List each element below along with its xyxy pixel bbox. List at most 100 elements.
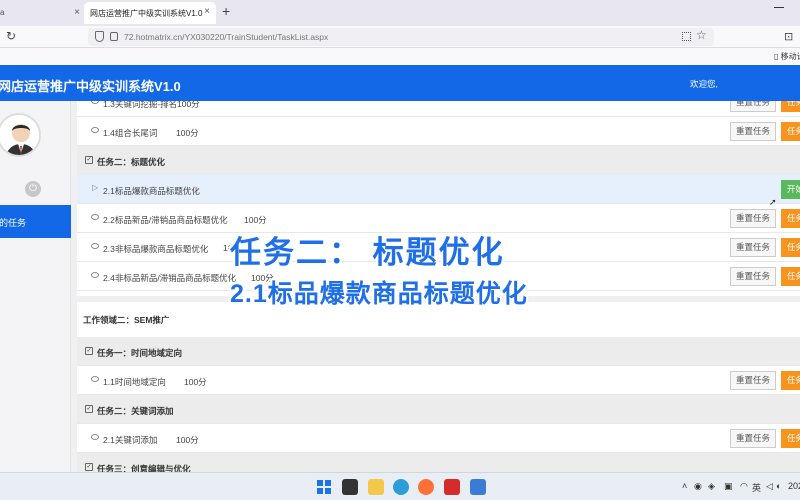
windows-taskbar: ˄ ◉ ◈ ▣ ◠ 英 ◁ ◐ 202 [0,472,800,500]
overlay-caption-title: 任务二： 标题优化 [230,235,505,270]
tray-chevron-icon[interactable]: ˄ [682,481,687,491]
wifi-icon[interactable]: ◠ [740,481,748,492]
task-group-icon: ✓ [85,347,93,355]
windows-start-icon[interactable] [316,479,332,495]
task-group-title: 任务二：关键词添加 [97,406,174,416]
task-card-domain2: 工作领域二：SEM推广 ✓ 任务一：时间地域定向 1.1时间地域定向 100分 重置任务… [77,302,800,472]
task-score: 100分 [176,435,199,445]
reload-icon[interactable]: ↻ [6,29,16,43]
reset-task-button[interactable]: 重置任务 [730,122,776,141]
sidebar-item-my-tasks[interactable]: 我的任务 [0,205,71,238]
new-tab-icon[interactable]: + [222,3,230,19]
task-button[interactable]: 任务 [781,371,800,390]
url-text[interactable]: 72.hotmatrix.cn/YX030220/TrainStudent/Ta… [124,32,328,42]
task-score: 100分 [184,377,207,387]
bookmark-star-icon[interactable]: ☆ [696,28,707,42]
task-name: 2.1标品爆款商品标题优化 [103,186,200,196]
task-group-header: ✓ 任务二：关键词添加 [77,395,800,424]
task-button[interactable]: 任务 [781,267,800,286]
close-icon[interactable]: × [74,7,80,18]
task-name: 2.2标品新品/滞销品商品标题优化 [103,215,228,225]
task-button[interactable]: 任务 [781,101,800,112]
shield-icon[interactable] [95,31,104,42]
play-icon: ▷ [92,183,99,192]
task-button[interactable]: 任务 [781,122,800,141]
eye-icon [91,127,99,133]
task-name: 2.3非标品爆款商品标题优化 [103,244,209,254]
start-task-button[interactable]: 开始 [781,180,800,199]
overlay-caption-subtitle: 2.1标品爆款商品标题优化 [230,280,528,308]
ime-indicator[interactable]: 英 [752,481,761,494]
task-name: 1.3关键词挖掘-排名 [103,101,178,109]
task-score: 100分 [177,101,200,109]
power-icon[interactable]: ⏻ [25,181,41,197]
reset-task-button[interactable]: 重置任务 [730,238,776,257]
eye-icon [91,376,99,382]
task-view-icon[interactable] [342,479,358,495]
task-row[interactable]: ▷ 2.1标品爆款商品标题优化 开始 [77,175,800,204]
task-name: 1.1时间地域定向 [103,377,166,387]
reset-task-button[interactable]: 重置任务 [730,267,776,286]
reset-task-button[interactable]: 重置任务 [730,101,776,112]
file-explorer-icon[interactable] [368,479,384,495]
task-button[interactable]: 任务 [781,209,800,228]
close-icon[interactable]: × [204,6,210,17]
tray-app-icon[interactable]: ◉ [694,481,702,492]
eye-icon [91,272,99,278]
reset-task-button[interactable]: 重置任务 [730,429,776,448]
task-name: 2.1关键词添加 [103,435,158,445]
task-row[interactable]: 1.4组合长尾词 100分 重置任务 任务 [77,117,800,146]
address-bar[interactable]: 72.hotmatrix.cn/YX030220/TrainStudent/Ta… [88,28,714,46]
task-group-icon: ✓ [85,463,93,471]
task-name: 1.4组合长尾词 [103,128,158,138]
app-icon[interactable] [470,479,486,495]
sidebar-item-label: 我的任务 [0,218,27,228]
edge-browser-icon[interactable] [393,479,409,495]
task-group-header: ✓ 任务一：时间地域定向 [77,337,800,366]
lock-icon[interactable] [110,32,118,41]
sidebar: ⏻ 我的任务 [0,101,71,472]
browser-tab-previous[interactable]: a × [0,3,82,23]
bookmarks-bar: ▯ 移动设 [0,48,800,65]
tab-title: 网店运营推广中级实训系统V1.0 [90,9,203,18]
minimize-icon[interactable] [774,7,784,8]
task-score: 100分 [176,128,199,138]
extensions-icon[interactable]: ⊡ [784,30,793,43]
qr-code-icon[interactable] [682,32,691,41]
task-score: 100分 [244,215,267,225]
app-title: 网店运营推广中级实训系统V1.0 [0,79,181,94]
reset-task-button[interactable]: 重置任务 [730,209,776,228]
task-group-header: ✓ 任务二：标题优化 [77,146,800,175]
task-group-title: 任务一：时间地域定向 [97,348,183,358]
browser-tab-bar: a × 网店运营推广中级实训系统V1.0 × + [0,0,800,26]
eye-icon [91,214,99,220]
browser-nav-bar: ↻ 72.hotmatrix.cn/YX030220/TrainStudent/… [0,26,800,48]
tray-app-icon[interactable]: ◈ [708,481,715,492]
eye-icon [91,101,99,104]
domain-title: 工作领域二：SEM推广 [83,315,170,325]
task-group-title: 任务二：标题优化 [97,157,166,167]
task-button[interactable]: 任务 [781,429,800,448]
mouse-cursor-icon: ➚ [769,197,777,207]
reset-task-button[interactable]: 重置任务 [730,371,776,390]
firefox-icon[interactable] [418,479,434,495]
wps-icon[interactable] [444,479,460,495]
eye-icon [91,434,99,440]
eye-icon [91,243,99,249]
volume-icon[interactable]: ◁ [766,481,773,492]
browser-tab-active[interactable]: 网店运营推广中级实训系统V1.0 × [84,2,216,24]
task-group-title: 任务三：创意编辑与优化 [97,464,191,472]
mobile-bookmarks[interactable]: ▯ 移动设 [774,51,800,62]
task-button[interactable]: 任务 [781,238,800,257]
task-group-icon: ✓ [85,156,93,164]
avatar [0,113,41,157]
notification-icon[interactable]: ◐ [776,481,781,491]
task-group-icon: ✓ [85,405,93,413]
tray-app-icon[interactable]: ▣ [724,481,733,492]
tab-title-fragment: a [0,8,5,17]
task-row[interactable]: 1.1时间地域定向 100分 重置任务 任务 [77,366,800,395]
task-row[interactable]: 2.1关键词添加 100分 重置任务 任务 [77,424,800,453]
app-header: 网店运营推广中级实训系统V1.0 欢迎您, [0,65,800,101]
task-row[interactable]: 1.3关键词挖掘-排名 100分 重置任务 任务 [77,101,800,117]
clock: 202 [788,481,800,491]
